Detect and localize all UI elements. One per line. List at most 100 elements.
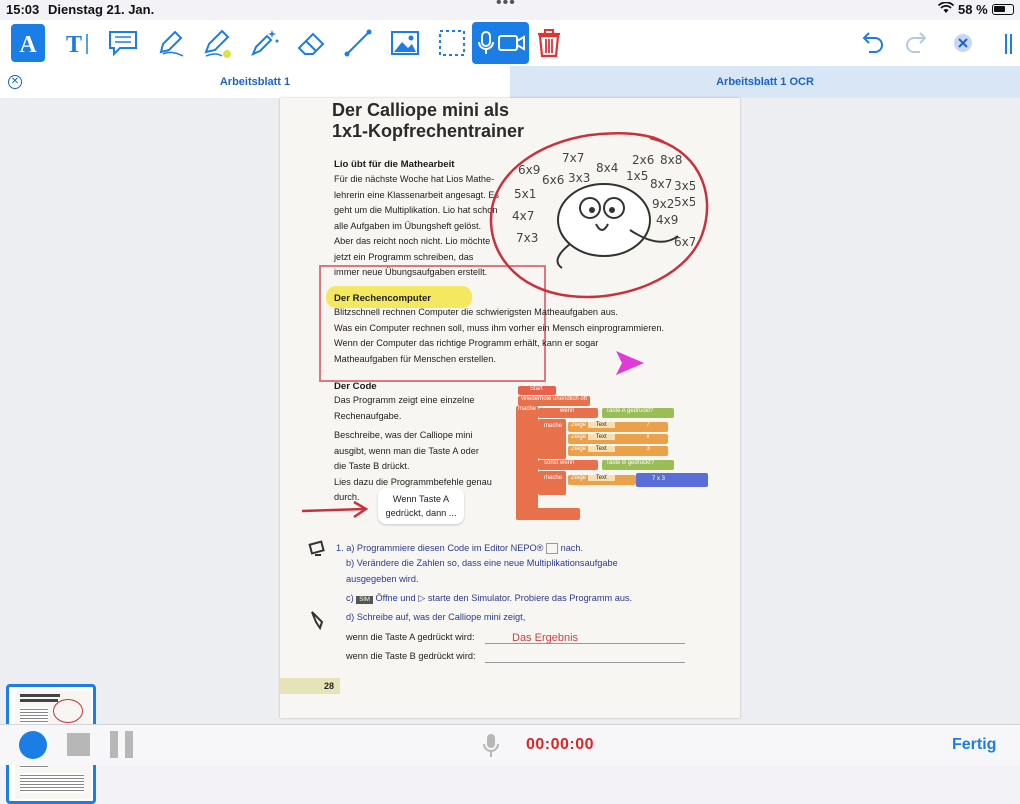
eraser-tool-button[interactable] bbox=[291, 24, 331, 62]
code-label: 3 bbox=[646, 446, 650, 452]
svg-text:6x9: 6x9 bbox=[518, 163, 540, 177]
code-label: Zeige bbox=[571, 475, 587, 481]
pen-tool-button[interactable] bbox=[150, 24, 190, 62]
undo-button[interactable] bbox=[852, 24, 892, 62]
line-tool-button[interactable] bbox=[338, 24, 378, 62]
pause-button-bar[interactable] bbox=[125, 731, 133, 758]
code-block-start: Start bbox=[518, 386, 556, 395]
tab-arbeitsblatt-1[interactable]: ✕ Arbeitsblatt 1 bbox=[0, 66, 510, 98]
computer-task-icon bbox=[308, 540, 325, 556]
svg-text:8x8: 8x8 bbox=[660, 153, 682, 167]
svg-text:2x6: 2x6 bbox=[632, 153, 654, 167]
stop-button[interactable] bbox=[67, 733, 90, 756]
redo-icon bbox=[906, 32, 927, 53]
svg-text:7x7: 7x7 bbox=[562, 151, 584, 165]
undo-icon bbox=[862, 32, 883, 53]
svg-text:T: T bbox=[66, 32, 82, 58]
trash-icon bbox=[538, 29, 560, 58]
microphone-icon[interactable] bbox=[483, 733, 499, 759]
bubble-line: gedrückt, dann ... bbox=[385, 508, 457, 518]
document-canvas[interactable]: Der Calliope mini als 1x1-Kopfrechentrai… bbox=[0, 98, 1020, 804]
section-heading: Der Code bbox=[334, 381, 377, 392]
code-label: Zeige bbox=[571, 434, 587, 440]
answer-line-b[interactable] bbox=[485, 662, 685, 663]
text-line: Rechenaufgabe. bbox=[334, 410, 402, 421]
code-block-math: 7 x 3 bbox=[636, 473, 708, 487]
magic-wand-icon bbox=[251, 30, 279, 56]
code-label: mache bbox=[518, 406, 537, 412]
recording-timer: 00:00:00 bbox=[526, 736, 595, 753]
code-label: Zeige bbox=[571, 446, 587, 452]
text-line: Aber das reicht noch nicht. Lio möchte bbox=[334, 236, 491, 246]
text-t-icon: T bbox=[66, 32, 88, 58]
tab-close-icon[interactable]: ✕ bbox=[8, 75, 22, 89]
red-arrow-mark[interactable] bbox=[300, 500, 370, 520]
svg-text:3x3: 3x3 bbox=[568, 171, 590, 185]
code-label: Wiederhole unendlich oft bbox=[521, 396, 588, 402]
text-line: ausgibt, wenn man die Taste A oder bbox=[334, 445, 479, 456]
redo-button[interactable] bbox=[897, 24, 937, 62]
task-text: c) bbox=[346, 593, 354, 603]
highlighter-tool-button[interactable] bbox=[197, 24, 237, 62]
record-tool-button[interactable] bbox=[472, 22, 529, 64]
svg-text:9x2: 9x2 bbox=[652, 197, 674, 211]
pause-button[interactable] bbox=[110, 731, 118, 758]
task-1a: 1. a) Programmiere diesen Code im Editor… bbox=[336, 541, 583, 557]
selection-icon bbox=[439, 30, 465, 56]
text-line: lehrerin eine Klassenarbeit angesagt. Es bbox=[334, 189, 499, 200]
selection-tool-button[interactable] bbox=[432, 24, 472, 62]
battery-percent: 58 % bbox=[958, 2, 988, 17]
owl-math-doodle-image: 6x9 7x7 8x4 2x6 8x8 5x1 6x6 3x3 1x58x7 3x5 4x7 9x… bbox=[512, 151, 695, 269]
sim-badge: SIM bbox=[356, 596, 373, 604]
code-label: mache bbox=[544, 423, 563, 429]
done-button[interactable]: Fertig bbox=[952, 736, 996, 754]
handwritten-answer[interactable]: Das Ergebnis bbox=[512, 632, 578, 644]
code-block-else-if: sonst wenn bbox=[538, 460, 598, 470]
title-line: Der Calliope mini als bbox=[332, 100, 510, 120]
text-line: Das Programm zeigt eine einzelne bbox=[334, 395, 475, 405]
comment-tool-button[interactable] bbox=[103, 24, 143, 62]
text-line: Blitzschnell rechnen Computer die schwie… bbox=[334, 307, 618, 317]
highlighter-icon bbox=[204, 29, 231, 58]
text-field-tool-button[interactable]: T bbox=[56, 24, 96, 62]
code-label: mache bbox=[544, 475, 563, 481]
task-1d: d) Schreibe auf, was der Calliope mini z… bbox=[346, 612, 526, 622]
code-block-end bbox=[516, 508, 580, 520]
text-line: jetzt ein Programm schreiben, das bbox=[334, 251, 474, 262]
text-line: die Taste B drückt. bbox=[334, 461, 410, 471]
code-label: Text bbox=[587, 422, 615, 428]
split-view-icon bbox=[1005, 34, 1012, 54]
code-block-else-body: mache bbox=[538, 471, 566, 495]
worksheet-page[interactable]: Der Calliope mini als 1x1-Kopfrechentrai… bbox=[280, 98, 740, 718]
magenta-arrow-mark[interactable] bbox=[614, 348, 646, 378]
close-circle-icon bbox=[954, 34, 972, 52]
answer-line-a-label: wenn die Taste A gedrückt wird: bbox=[346, 632, 475, 642]
svg-text:A: A bbox=[19, 32, 37, 58]
code-block-show: Zeige Text bbox=[568, 475, 636, 485]
code-label: gedrückt? bbox=[627, 460, 655, 466]
tab-label: Arbeitsblatt 1 OCR bbox=[716, 76, 814, 88]
task-text: starte den Simulator. Probiere das Progr… bbox=[427, 593, 633, 603]
image-tool-button[interactable] bbox=[385, 24, 425, 62]
task-text: 1. a) Programmiere diesen Code im Editor… bbox=[336, 543, 544, 553]
svg-text:3x5: 3x5 bbox=[674, 179, 695, 193]
tab-label: Arbeitsblatt 1 bbox=[219, 76, 291, 88]
text-a-icon: A bbox=[19, 32, 37, 58]
mic-video-icon bbox=[478, 31, 525, 54]
wifi-icon bbox=[937, 1, 955, 17]
multitasking-dots-icon[interactable]: ••• bbox=[496, 0, 516, 12]
sidebar-toggle-button[interactable] bbox=[986, 24, 1020, 62]
text-line: Für die nächste Woche hat Lios Mathe- bbox=[334, 174, 495, 184]
close-document-button[interactable] bbox=[943, 24, 983, 62]
code-label: Taste B bbox=[606, 460, 627, 466]
record-button[interactable] bbox=[19, 731, 47, 759]
tab-arbeitsblatt-1-ocr[interactable]: Arbeitsblatt 1 OCR bbox=[510, 66, 1020, 98]
text-tool-button[interactable]: A bbox=[11, 24, 45, 62]
code-block-loop-body: mache bbox=[516, 406, 538, 520]
magic-pen-tool-button[interactable] bbox=[244, 24, 284, 62]
delete-tool-button[interactable] bbox=[529, 24, 569, 62]
code-block-button-a: Taste A gedrückt? bbox=[602, 408, 674, 418]
code-label: Text bbox=[587, 446, 615, 452]
page-number: 28 bbox=[324, 681, 335, 691]
svg-text:8x4: 8x4 bbox=[596, 161, 618, 175]
